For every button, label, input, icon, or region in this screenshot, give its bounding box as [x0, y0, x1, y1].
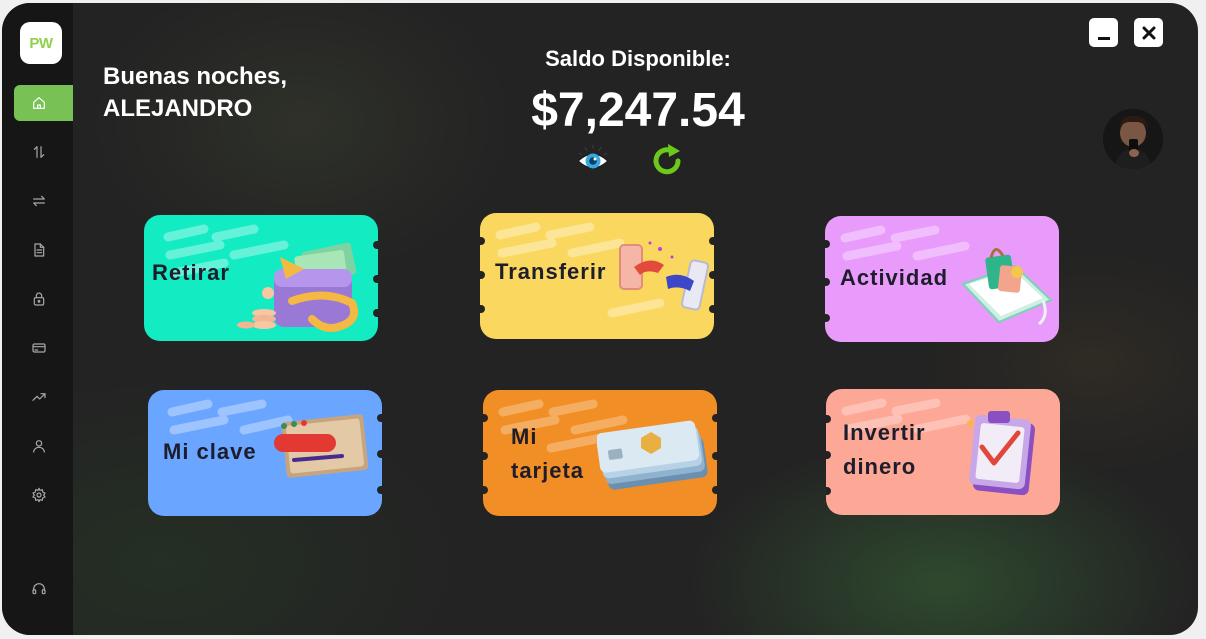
- balance-label: Saldo Disponible:: [545, 46, 731, 71]
- card-label: Invertir dinero: [843, 420, 926, 479]
- avatar[interactable]: [1103, 109, 1163, 169]
- refresh-icon[interactable]: [651, 143, 685, 177]
- wallet-money-icon: [237, 242, 359, 332]
- document-icon: [33, 243, 44, 257]
- eye-icon[interactable]: [576, 143, 610, 177]
- password-icon: [274, 414, 369, 478]
- card-actividad[interactable]: Actividad: [825, 216, 1059, 342]
- card-mi-clave[interactable]: Mi clave: [148, 390, 382, 516]
- card-label: Transferir: [495, 259, 607, 284]
- home-icon: [32, 97, 45, 109]
- user-icon: [32, 440, 45, 453]
- card-notch: [709, 271, 714, 279]
- sidebar-item-transfer[interactable]: [14, 183, 73, 219]
- balance-value: $7,247.54: [531, 84, 745, 137]
- gear-icon: [31, 487, 46, 503]
- card-notch: [373, 309, 378, 317]
- close-button[interactable]: [1134, 18, 1163, 47]
- credit-card-icon: [31, 343, 46, 353]
- greeting-text: Buenas noches,: [103, 63, 288, 90]
- card-notch: [377, 450, 382, 458]
- card-label: Mi tarjeta: [511, 424, 585, 483]
- sidebar-item-cards[interactable]: [14, 330, 73, 366]
- headset-icon: [31, 583, 46, 595]
- sort-arrows-icon: [33, 146, 44, 158]
- sidebar-item-home[interactable]: [14, 85, 73, 121]
- minimize-icon: [1097, 36, 1110, 40]
- swap-arrows-icon: [32, 195, 45, 207]
- card-label: Mi clave: [163, 439, 257, 464]
- sidebar-item-settings[interactable]: [14, 477, 73, 513]
- card-notch: [377, 486, 382, 494]
- card-label: Retirar: [152, 260, 230, 285]
- minimize-button[interactable]: [1089, 18, 1118, 47]
- sidebar-item-security[interactable]: [14, 281, 73, 317]
- trending-up-icon: [31, 393, 46, 401]
- card-label: Actividad: [840, 265, 949, 290]
- sidebar-item-profile[interactable]: [14, 428, 73, 464]
- card-notch: [709, 305, 714, 313]
- card-notch: [712, 486, 717, 494]
- clipboard-check-icon: [967, 411, 1036, 496]
- sidebar: PW: [2, 3, 73, 635]
- greeting: Buenas noches, ALEJANDRO: [103, 61, 287, 125]
- card-notch: [377, 414, 382, 422]
- close-icon: [1142, 26, 1155, 39]
- card-mi-tarjeta[interactable]: Mi tarjeta: [483, 390, 717, 516]
- card-notch: [712, 414, 717, 422]
- credit-cards-stack-icon: [597, 420, 708, 490]
- app-logo[interactable]: PW: [20, 22, 62, 64]
- profile-photo-icon: [1103, 109, 1163, 169]
- sidebar-item-support[interactable]: [14, 571, 73, 607]
- card-notch: [712, 452, 717, 460]
- phone-transfer-icon: [619, 241, 710, 311]
- card-notch: [373, 275, 378, 283]
- card-notch: [373, 241, 378, 249]
- app-window: PW Buenas noches, ALEJANDRO Saldo Dispon…: [2, 3, 1198, 635]
- card-notch: [709, 237, 714, 245]
- lock-icon: [33, 292, 44, 306]
- sidebar-item-transactions[interactable]: [14, 134, 73, 170]
- sidebar-item-documents[interactable]: [14, 232, 73, 268]
- user-name: ALEJANDRO: [103, 95, 253, 122]
- card-invertir-dinero[interactable]: Invertir dinero: [826, 389, 1060, 515]
- shopping-phone-icon: [961, 248, 1053, 326]
- sidebar-item-investments[interactable]: [14, 379, 73, 415]
- card-transferir[interactable]: Transferir: [480, 213, 714, 339]
- card-retirar[interactable]: Retirar: [144, 215, 378, 341]
